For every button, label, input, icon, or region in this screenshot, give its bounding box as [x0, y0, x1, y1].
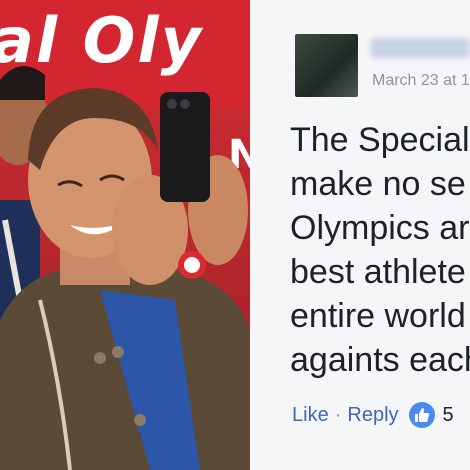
comment-actions: Like · Reply 5 [292, 402, 454, 428]
facebook-comment: March 23 at 1 The Special make no se Oly… [250, 0, 470, 470]
screenshot-frame: al Oly N March 23 at 1 The Special make … [0, 0, 470, 470]
reply-link[interactable]: Reply [347, 404, 398, 427]
thumbs-up-icon[interactable] [408, 402, 435, 428]
avatar[interactable] [295, 34, 358, 97]
photo-panel: al Oly N [0, 0, 250, 470]
separator: · [334, 403, 342, 426]
like-link[interactable]: Like [292, 404, 329, 427]
man-with-phone-photo [0, 66, 250, 470]
comment-text: The Special make no se Olympics ar best … [290, 121, 470, 379]
reaction-count[interactable]: 5 [443, 404, 454, 427]
comment-timestamp[interactable]: March 23 at 1 [372, 72, 470, 90]
commenter-name-blurred[interactable] [370, 38, 470, 58]
